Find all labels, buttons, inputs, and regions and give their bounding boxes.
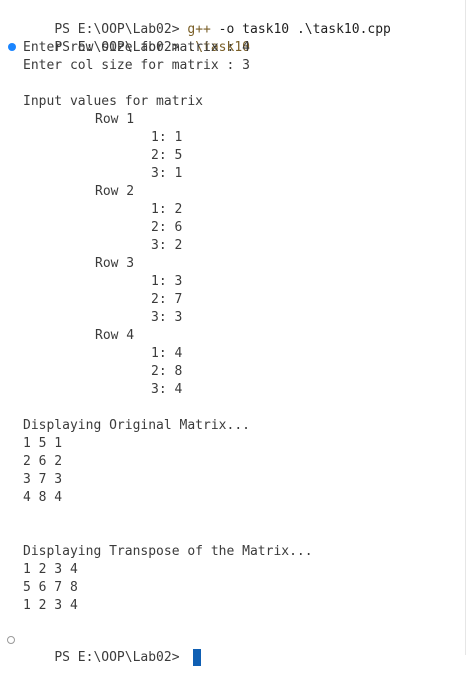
matrix-row: 1 2 3 4 <box>23 598 78 613</box>
row-label: Row 2 <box>95 184 135 199</box>
command-pending-decoration-icon[interactable] <box>7 636 15 644</box>
terminal-panel[interactable]: PS E:\OOP\Lab02> g++ -o task10 .\task10.… <box>0 0 466 666</box>
input-header: Input values for matrix <box>23 94 204 109</box>
matrix-row: 5 6 7 8 <box>23 580 78 595</box>
col-size-prompt: Enter col size for matrix : 3 <box>23 58 250 73</box>
row-value: 3: 2 <box>151 238 183 253</box>
row-label: Row 4 <box>95 328 135 343</box>
row-value: 1: 2 <box>151 202 183 217</box>
row-label: Row 3 <box>95 256 135 271</box>
original-matrix-header: Displaying Original Matrix... <box>23 418 250 433</box>
row-value: 3: 1 <box>151 166 183 181</box>
matrix-row: 1 2 3 4 <box>23 562 78 577</box>
command-line-compile: PS E:\OOP\Lab02> g++ -o task10 .\task10.… <box>23 3 391 37</box>
row-label: Row 1 <box>95 112 135 127</box>
row-value: 3: 4 <box>151 382 183 397</box>
terminal-cursor <box>193 649 202 666</box>
matrix-row: 4 8 4 <box>23 490 63 505</box>
row-value: 2: 8 <box>151 364 183 379</box>
row-value: 1: 1 <box>151 130 183 145</box>
prompt-text: PS E:\OOP\Lab02> <box>54 650 188 665</box>
row-value: 2: 7 <box>151 292 183 307</box>
command-line-run: PS E:\OOP\Lab02> .\task10 <box>23 21 250 55</box>
row-value: 1: 3 <box>151 274 183 289</box>
matrix-row: 1 5 1 <box>23 436 63 451</box>
transpose-matrix-header: Displaying Transpose of the Matrix... <box>23 544 313 559</box>
row-value: 2: 6 <box>151 220 183 235</box>
row-size-prompt: Enter row size for matrix : 4 <box>23 40 250 55</box>
row-value: 1: 4 <box>151 346 183 361</box>
command-success-decoration-icon[interactable] <box>8 43 16 51</box>
matrix-row: 2 6 2 <box>23 454 63 469</box>
final-prompt-line[interactable]: PS E:\OOP\Lab02> <box>23 631 202 666</box>
row-value: 2: 5 <box>151 148 183 163</box>
matrix-row: 3 7 3 <box>23 472 63 487</box>
row-value: 3: 3 <box>151 310 183 325</box>
